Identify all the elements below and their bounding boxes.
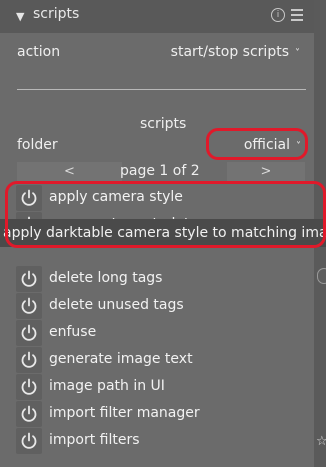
- script-toggle-button[interactable]: [16, 266, 42, 292]
- action-value: start/stop scripts: [170, 44, 289, 60]
- action-label: action: [17, 44, 61, 60]
- script-toggle-button[interactable]: [16, 428, 42, 454]
- module-title: scripts: [33, 6, 80, 22]
- chevron-down-icon: ˅: [295, 48, 300, 59]
- script-row: image path in UI: [16, 374, 306, 401]
- info-icon[interactable]: i: [271, 8, 285, 22]
- star-icon[interactable]: ☆: [316, 434, 326, 449]
- script-row: enfuse: [16, 320, 306, 347]
- script-row: delete long tags: [16, 266, 306, 293]
- chevron-down-icon[interactable]: ▼: [16, 10, 24, 23]
- row-highlight-annotation: [5, 181, 326, 248]
- script-label: enfuse: [49, 324, 97, 340]
- script-label: generate image text: [49, 351, 193, 367]
- next-page-button[interactable]: >: [227, 162, 305, 182]
- script-row: delete unused tags: [16, 293, 306, 320]
- folder-highlight-annotation: [206, 128, 308, 160]
- script-label: import filters: [49, 432, 140, 448]
- script-toggle-button[interactable]: [16, 347, 42, 373]
- script-label: import filter manager: [49, 405, 200, 421]
- script-label: delete long tags: [49, 270, 163, 286]
- scrollbar-thumb[interactable]: [317, 268, 326, 284]
- script-toggle-button[interactable]: [16, 320, 42, 346]
- page-indicator: page 1 of 2: [120, 163, 200, 179]
- script-label: delete unused tags: [49, 297, 184, 313]
- menu-icon[interactable]: [291, 9, 303, 24]
- script-toggle-button[interactable]: [16, 374, 42, 400]
- folder-label: folder: [17, 137, 58, 153]
- module-header[interactable]: ▼ scripts i: [0, 0, 314, 33]
- script-toggle-button[interactable]: [16, 401, 42, 427]
- divider: [17, 89, 306, 90]
- script-label: image path in UI: [49, 378, 165, 394]
- script-row: generate image text: [16, 347, 306, 374]
- script-row: import filter manager: [16, 401, 306, 428]
- script-row: import filters: [16, 428, 306, 455]
- section-title: scripts: [140, 116, 187, 132]
- action-dropdown[interactable]: start/stop scripts ˅: [150, 44, 300, 60]
- prev-page-button[interactable]: <: [17, 162, 122, 182]
- script-toggle-button[interactable]: [16, 293, 42, 319]
